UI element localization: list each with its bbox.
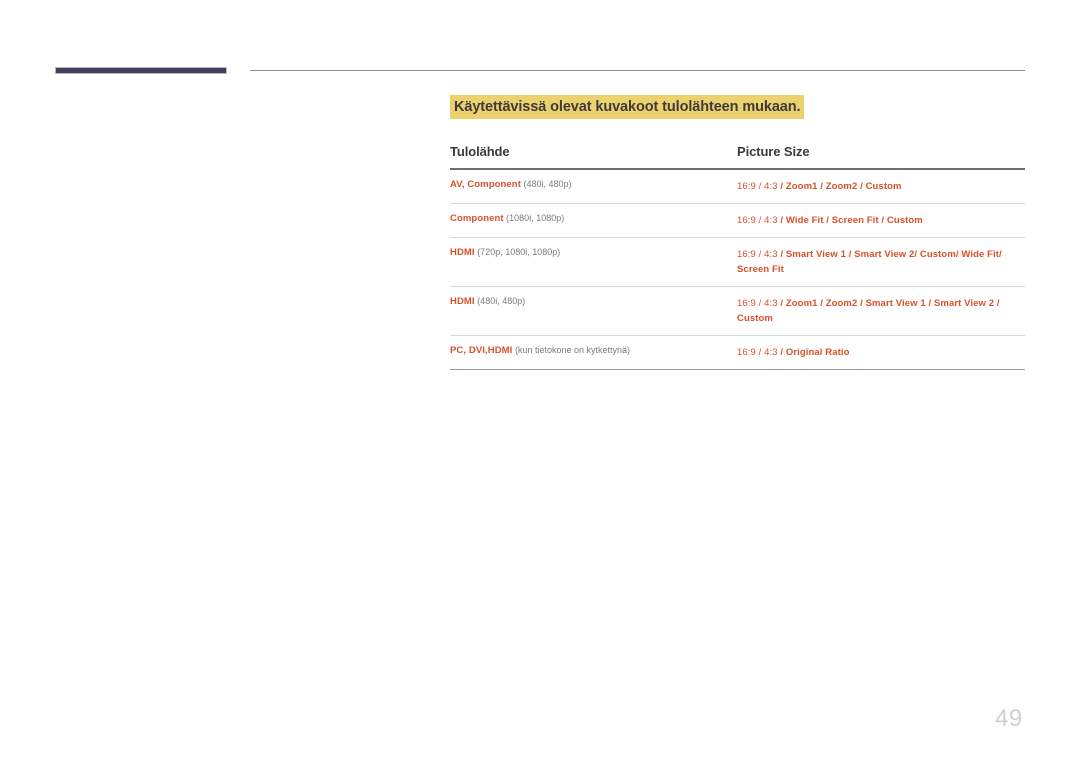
cell-picture-size: 16:9 / 4:3 / Smart View 1 / Smart View 2… bbox=[737, 237, 1025, 287]
cell-picture-size: 16:9 / 4:3 / Zoom1 / Zoom2 / Custom bbox=[737, 169, 1025, 204]
cell-picture-size: 16:9 / 4:3 / Wide Fit / Screen Fit / Cus… bbox=[737, 203, 1025, 238]
table-body: AV, Component (480i, 480p) 16:9 / 4:3 / Z… bbox=[450, 169, 1025, 370]
table-row: PC, DVI,HDMI (kun tietokone on kytkettyn… bbox=[450, 335, 1025, 370]
picture-size-value: 16:9 / 4:3 / Smart View 1 / Smart View 2… bbox=[737, 249, 1002, 275]
table-row: AV, Component (480i, 480p) 16:9 / 4:3 / Z… bbox=[450, 169, 1025, 204]
picture-size-value: 16:9 / 4:3 / Zoom1 / Zoom2 / Smart View … bbox=[737, 298, 1000, 324]
source-name: Component bbox=[450, 213, 504, 224]
cell-source: HDMI (720p, 1080i, 1080p) bbox=[450, 237, 737, 287]
cell-picture-size: 16:9 / 4:3 / Zoom1 / Zoom2 / Smart View … bbox=[737, 286, 1025, 336]
picture-size-value: 16:9 / 4:3 / Original Ratio bbox=[737, 347, 850, 358]
cell-source: AV, Component (480i, 480p) bbox=[450, 169, 737, 204]
page-number: 49 bbox=[995, 705, 1023, 732]
source-resolution: (kun tietokone on kytkettynä) bbox=[512, 345, 630, 355]
section-title: Käytettävissä olevat kuvakoot tulolähtee… bbox=[450, 95, 805, 119]
source-resolution: (480i, 480p) bbox=[520, 179, 572, 189]
source-resolution: (480i, 480p) bbox=[474, 296, 526, 306]
header-divider-line bbox=[250, 70, 1025, 71]
picture-size-value: 16:9 / 4:3 / Zoom1 / Zoom2 / Custom bbox=[737, 181, 902, 192]
cell-picture-size: 16:9 / 4:3 / Original Ratio bbox=[737, 335, 1025, 370]
column-header-picture-size: Picture Size bbox=[737, 144, 1025, 170]
section-title-container: Käytettävissä olevat kuvakoot tulolähtee… bbox=[450, 95, 1025, 119]
source-name: HDMI bbox=[450, 247, 475, 258]
table-row: HDMI (480i, 480p) 16:9 / 4:3 / Zoom1 / Zo… bbox=[450, 286, 1025, 336]
content-column: Käytettävissä olevat kuvakoot tulolähtee… bbox=[450, 95, 1025, 370]
cell-source: PC, DVI,HDMI (kun tietokone on kytkettyn… bbox=[450, 335, 737, 370]
source-resolution: (720p, 1080i, 1080p) bbox=[474, 247, 561, 257]
picture-size-table: Tulolähde Picture Size AV, Component (48… bbox=[450, 144, 1025, 370]
cell-source: HDMI (480i, 480p) bbox=[450, 286, 737, 336]
table-row: HDMI (720p, 1080i, 1080p) 16:9 / 4:3 / Sm… bbox=[450, 237, 1025, 287]
header-accent-bar bbox=[55, 67, 227, 74]
table-row: Component (1080i, 1080p) 16:9 / 4:3 / Wid… bbox=[450, 203, 1025, 238]
picture-size-value: 16:9 / 4:3 / Wide Fit / Screen Fit / Cus… bbox=[737, 215, 923, 226]
source-name: AV, Component bbox=[450, 179, 521, 190]
column-header-source: Tulolähde bbox=[450, 144, 737, 170]
table-header-row: Tulolähde Picture Size bbox=[450, 144, 1025, 170]
source-name: PC, DVI,HDMI bbox=[450, 345, 513, 356]
source-name: HDMI bbox=[450, 296, 475, 307]
source-resolution: (1080i, 1080p) bbox=[503, 213, 565, 223]
cell-source: Component (1080i, 1080p) bbox=[450, 203, 737, 238]
